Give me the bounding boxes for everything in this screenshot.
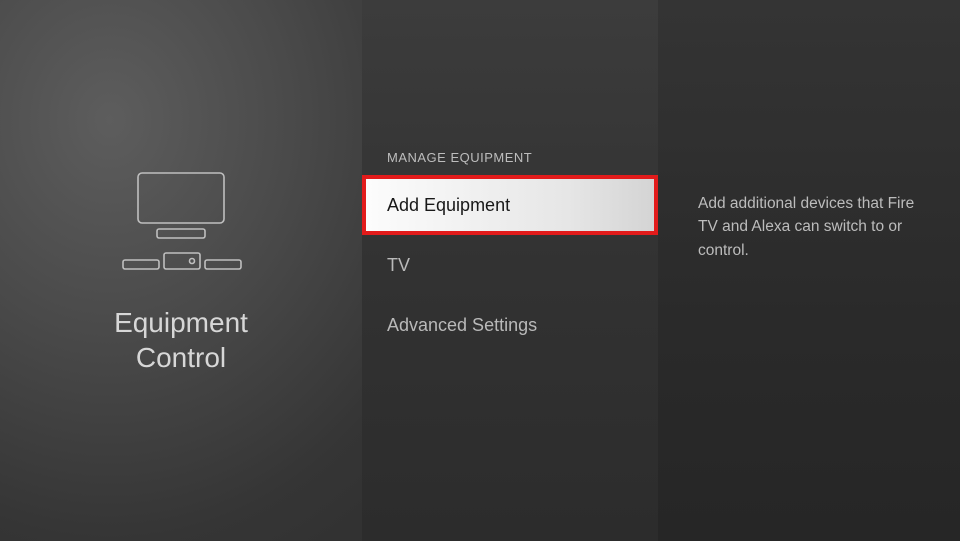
menu-panel: MANAGE EQUIPMENT Add Equipment TV Advanc… <box>362 0 658 541</box>
menu-item-label: Add Equipment <box>387 195 510 216</box>
help-text: Add additional devices that Fire TV and … <box>698 192 932 262</box>
menu-item-add-equipment[interactable]: Add Equipment <box>362 175 658 235</box>
detail-panel: Add additional devices that Fire TV and … <box>658 0 960 541</box>
menu-item-label: Advanced Settings <box>387 315 537 336</box>
section-header: MANAGE EQUIPMENT <box>362 150 658 175</box>
menu-item-label: TV <box>387 255 410 276</box>
menu-item-tv[interactable]: TV <box>362 235 658 295</box>
equipment-icon <box>96 167 266 277</box>
menu-item-advanced-settings[interactable]: Advanced Settings <box>362 295 658 355</box>
left-panel: Equipment Control <box>0 0 362 541</box>
page-title: Equipment Control <box>114 305 248 375</box>
